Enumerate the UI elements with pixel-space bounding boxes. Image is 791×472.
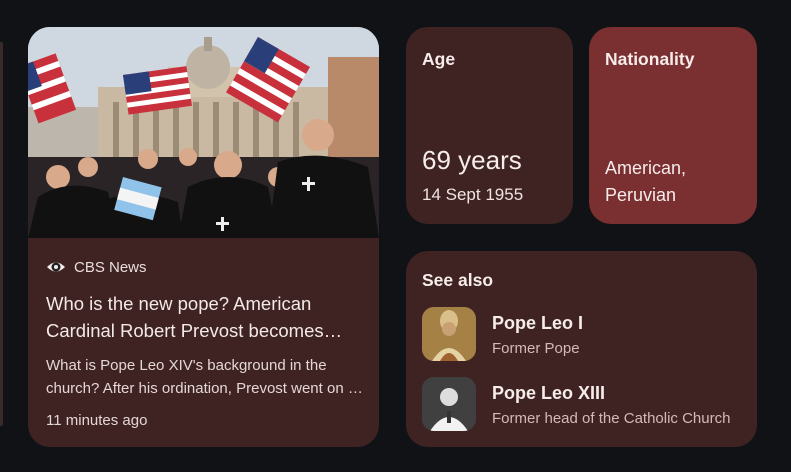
see-also-item-pope-leo-xiii[interactable]: Pope Leo XIII Former head of the Catholi…: [422, 377, 742, 433]
news-timestamp: 11 minutes ago: [46, 412, 148, 429]
eye-icon: [47, 262, 65, 272]
nationality-label: Nationality: [605, 49, 695, 69]
pope-leo-i-thumbnail: [422, 307, 476, 361]
news-snippet: What is Pope Leo XIV's background in the…: [46, 357, 361, 397]
see-also-name: Pope Leo I: [492, 313, 584, 333]
age-label: Age: [422, 49, 456, 69]
see-also-description: Former head of the Catholic Church: [492, 410, 731, 427]
age-card[interactable]: Age 69 years 14 Sept 1955: [406, 27, 573, 224]
see-also-item-pope-leo-i[interactable]: Pope Leo I Former Pope: [422, 307, 742, 363]
see-also-title: See also: [422, 270, 494, 290]
news-headline[interactable]: Who is the new pope? American Cardinal R…: [46, 290, 364, 344]
see-also-name: Pope Leo XIII: [492, 383, 606, 403]
pope-leo-xiii-thumbnail: [422, 377, 476, 431]
nationality-card[interactable]: Nationality American, Peruvian: [589, 27, 757, 224]
previous-card-edge[interactable]: [0, 42, 3, 426]
news-source: CBS News: [46, 256, 364, 278]
news-image[interactable]: [28, 27, 379, 238]
knowledge-panel: CBS News Who is the new pope? American C…: [0, 0, 791, 472]
see-also-description: Former Pope: [492, 340, 580, 357]
news-source-name: CBS News: [74, 258, 147, 276]
see-also-card: See also Pope Leo I Former Pope Pope Leo…: [406, 251, 757, 447]
age-value: 69 years: [422, 145, 522, 175]
nationality-value: American, Peruvian: [605, 158, 687, 205]
news-card[interactable]: CBS News Who is the new pope? American C…: [28, 27, 379, 447]
birth-date: 14 Sept 1955: [422, 185, 524, 204]
